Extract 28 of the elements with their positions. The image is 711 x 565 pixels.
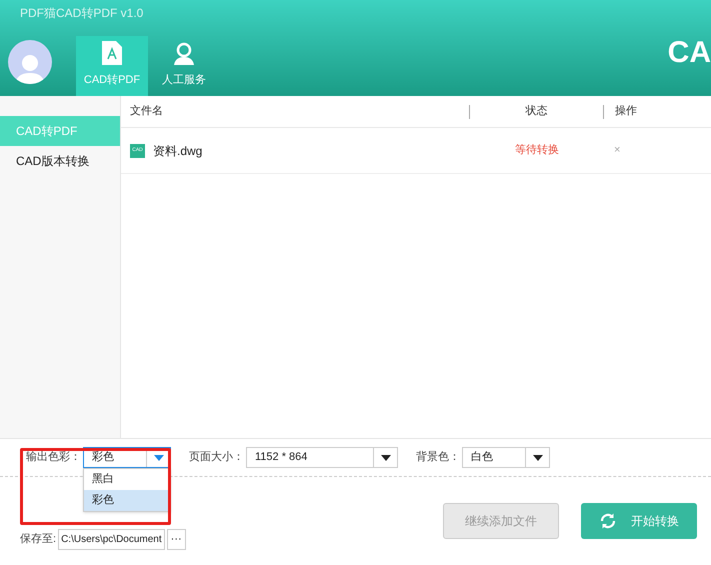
save-label: 保存至: [20, 532, 56, 547]
logo-text: CA [668, 38, 711, 68]
dropdown-value: 白色 [470, 450, 494, 466]
file-name: 资料.dwg [153, 142, 202, 160]
option-label: 输出色彩： [26, 450, 81, 466]
option-label: 背景色： [416, 450, 460, 466]
save-path-field[interactable]: C:\Users\pc\Document [58, 528, 165, 550]
browse-button[interactable]: ··· [166, 528, 186, 550]
dropdown[interactable]: 1152 * 864 [246, 447, 398, 468]
avatar[interactable] [8, 40, 52, 84]
column-header: 文件名 [129, 104, 164, 120]
dropdown-option[interactable]: 黑白 [84, 469, 170, 490]
caret-icon [532, 454, 542, 460]
dropdown[interactable]: 白色 [462, 447, 550, 468]
caret-icon [380, 454, 390, 460]
document-icon [101, 40, 123, 66]
person-icon [15, 52, 45, 84]
dropdown-option[interactable]: 彩色 [84, 490, 170, 511]
file-status: 等待转换 [514, 143, 560, 158]
column-header: 状态 [524, 104, 548, 120]
option-label: 页面大小： [189, 450, 244, 466]
column-header: 操作 [614, 104, 637, 120]
dropdown-value: 彩色 [91, 450, 115, 466]
sidebar-item[interactable]: CAD版本转换 [0, 146, 120, 176]
refresh-icon [599, 512, 617, 530]
window-title: PDF猫CAD转PDF v1.0 [20, 5, 144, 22]
caret-icon [154, 454, 164, 460]
dropdown-value: 1152 * 864 [254, 450, 308, 466]
